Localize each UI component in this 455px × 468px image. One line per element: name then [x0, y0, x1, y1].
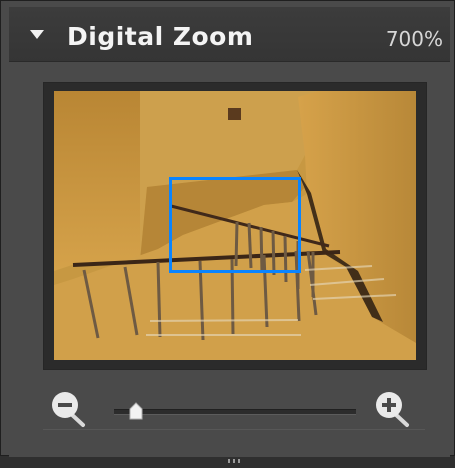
- zoom-out-button[interactable]: [48, 388, 92, 432]
- zoom-preview-frame: [43, 82, 427, 370]
- resize-grip-icon[interactable]: [226, 449, 242, 463]
- zoom-controls: [9, 370, 450, 457]
- zoom-in-icon: [376, 392, 409, 427]
- zoom-in-button[interactable]: [372, 388, 416, 432]
- panel-title: Digital Zoom: [67, 22, 254, 51]
- slider-thumb-icon: [129, 402, 143, 420]
- camera-preview-image: [54, 91, 416, 360]
- zoom-slider[interactable]: [114, 401, 356, 421]
- zoom-region-selection[interactable]: [169, 177, 301, 273]
- digital-zoom-panel: Digital Zoom 700%: [0, 0, 455, 463]
- grip-icon: [228, 459, 240, 463]
- triangle-down-icon[interactable]: [30, 30, 44, 39]
- panel-footer-divider: [43, 429, 425, 435]
- zoom-level-readout: 700%: [385, 27, 443, 51]
- zoom-slider-track[interactable]: [114, 409, 356, 415]
- zoom-slider-thumb[interactable]: [128, 401, 144, 421]
- panel-header[interactable]: Digital Zoom 700%: [9, 7, 450, 62]
- zoom-out-icon: [52, 392, 85, 427]
